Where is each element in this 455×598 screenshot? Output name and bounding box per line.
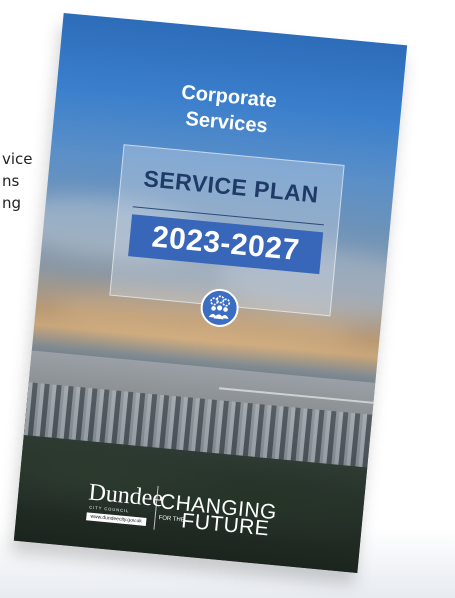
plan-title: SERVICE PLAN bbox=[142, 165, 320, 208]
background-text-line: ng bbox=[2, 194, 22, 212]
logo-url: www.dundeecity.gov.uk bbox=[86, 512, 147, 526]
service-plan-cover: Corporate Services SERVICE PLAN 2023-202… bbox=[13, 12, 408, 574]
background-text-line: ns bbox=[2, 172, 20, 190]
years-badge: 2023-2027 bbox=[128, 214, 324, 275]
cover-heading: Corporate Services bbox=[54, 68, 402, 152]
background-text-line: vice bbox=[2, 150, 33, 168]
